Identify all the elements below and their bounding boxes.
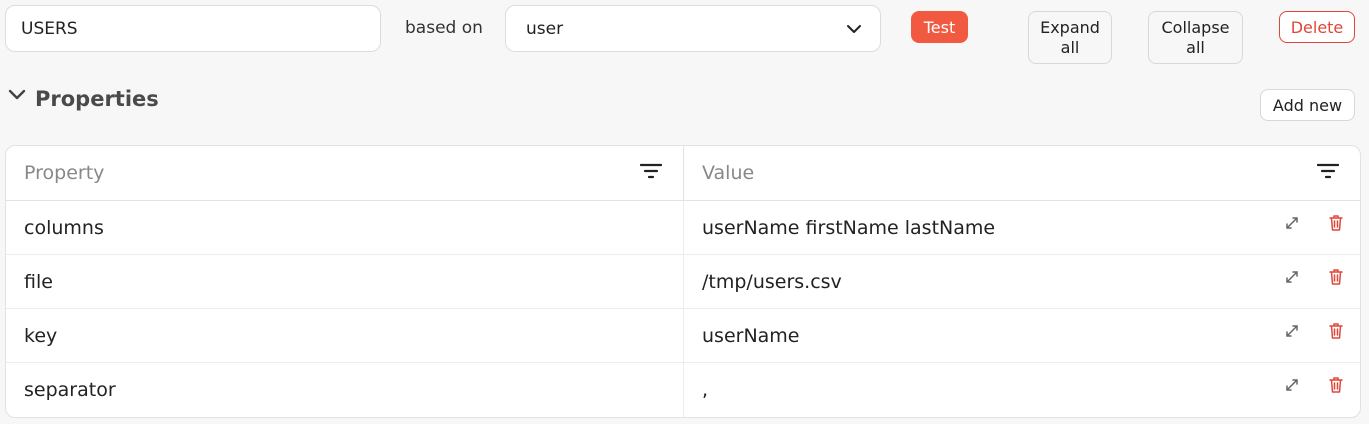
value-text: /tmp/users.csv (702, 270, 842, 293)
expand-all-label-line2: all (1060, 37, 1080, 57)
based-on-label: based on (405, 18, 483, 38)
value-cell[interactable]: userName (684, 309, 1360, 362)
value-text: userName firstName lastName (702, 216, 996, 239)
chevron-down-icon (846, 19, 862, 38)
expand-icon[interactable] (1282, 267, 1302, 287)
trash-icon[interactable] (1326, 321, 1346, 341)
table-row: columns userName firstName lastName (6, 201, 1360, 255)
value-cell[interactable]: userName firstName lastName (684, 201, 1360, 254)
column-header-label: Property (24, 162, 105, 184)
value-text: , (702, 379, 709, 401)
add-new-button[interactable]: Add new (1260, 89, 1355, 121)
name-input[interactable] (5, 5, 381, 52)
table-row: separator , (6, 363, 1360, 417)
trash-icon[interactable] (1326, 267, 1346, 287)
property-cell[interactable]: separator (6, 363, 684, 417)
table-row: key userName (6, 309, 1360, 363)
collapse-all-label-line2: all (1186, 37, 1205, 57)
expand-all-label-line1: Expand (1040, 17, 1100, 37)
properties-table: Property Value columns userName firstNam… (5, 145, 1361, 418)
section-collapse-chevron-icon[interactable] (8, 86, 28, 106)
collapse-all-label-line1: Collapse (1161, 17, 1230, 37)
collapse-all-button[interactable]: Collapse all (1148, 11, 1243, 64)
value-cell[interactable]: /tmp/users.csv (684, 255, 1360, 308)
test-button[interactable]: Test (911, 11, 968, 43)
column-header-value: Value (684, 146, 1360, 200)
property-cell[interactable]: columns (6, 201, 684, 254)
table-row: file /tmp/users.csv (6, 255, 1360, 309)
column-header-label: Value (702, 162, 755, 184)
trash-icon[interactable] (1326, 375, 1346, 395)
expand-icon[interactable] (1282, 213, 1302, 233)
value-text: userName (702, 324, 800, 347)
section-title: Properties (35, 87, 159, 111)
expand-icon[interactable] (1282, 321, 1302, 341)
trash-icon[interactable] (1326, 213, 1346, 233)
property-cell[interactable]: file (6, 255, 684, 308)
delete-button[interactable]: Delete (1279, 11, 1355, 43)
filter-icon[interactable] (1316, 162, 1340, 185)
expand-all-button[interactable]: Expand all (1028, 11, 1112, 64)
filter-icon[interactable] (639, 162, 663, 185)
table-header: Property Value (6, 146, 1360, 201)
column-header-property: Property (6, 146, 684, 200)
value-cell[interactable]: , (684, 363, 1360, 417)
property-cell[interactable]: key (6, 309, 684, 362)
based-on-select[interactable]: user (505, 5, 881, 52)
based-on-select-value: user (526, 18, 564, 39)
expand-icon[interactable] (1282, 375, 1302, 395)
